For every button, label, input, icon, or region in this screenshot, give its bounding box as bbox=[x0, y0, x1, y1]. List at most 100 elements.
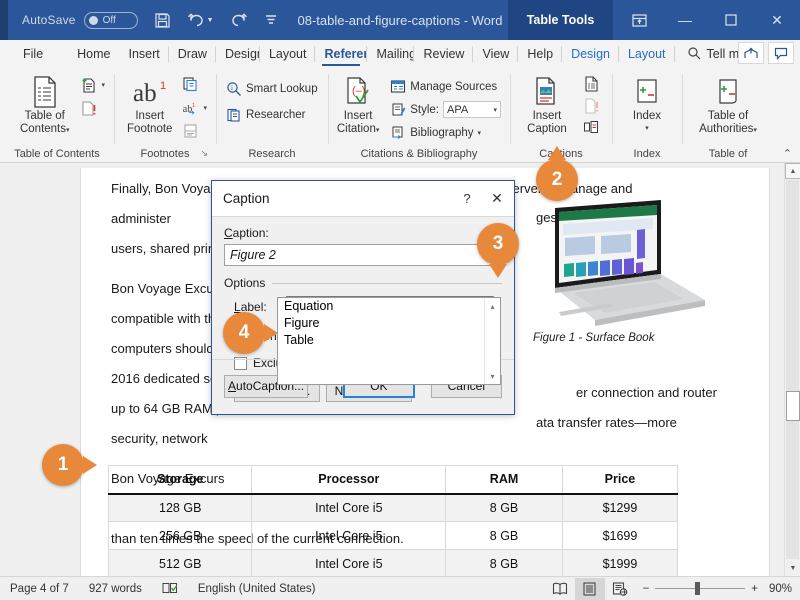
researcher-button[interactable]: Researcher bbox=[222, 104, 308, 125]
add-text-caret[interactable]: ▾ bbox=[101, 81, 105, 89]
next-footnote-icon: ab 1 bbox=[182, 100, 199, 116]
redo-icon[interactable] bbox=[230, 12, 248, 29]
maximize-button[interactable] bbox=[708, 0, 754, 40]
tab-insert[interactable]: Insert bbox=[120, 40, 169, 68]
collapse-ribbon-icon[interactable]: ⌃ bbox=[783, 147, 792, 160]
table-row[interactable]: 256 GB Intel Core i5 8 GB $1699 bbox=[107, 521, 679, 550]
insert-table-of-figures-button[interactable] bbox=[580, 74, 602, 95]
index-caret[interactable]: ▾ bbox=[645, 123, 649, 136]
language-indicator[interactable]: English (United States) bbox=[188, 577, 326, 600]
dropdown-scroll-up-icon[interactable]: ▴ bbox=[485, 298, 500, 314]
zoom-slider-thumb[interactable] bbox=[695, 582, 701, 595]
save-icon[interactable] bbox=[154, 12, 171, 29]
close-icon[interactable]: ✕ bbox=[480, 190, 514, 207]
tab-file[interactable]: File bbox=[14, 40, 52, 68]
tab-table-tools-design[interactable]: Design bbox=[562, 40, 619, 68]
table-cell: 256 GB bbox=[107, 521, 253, 550]
print-layout-icon[interactable] bbox=[574, 577, 605, 600]
tab-home[interactable]: Home bbox=[68, 40, 119, 68]
callout-badge-2: 2 bbox=[536, 146, 578, 201]
tab-table-tools-layout[interactable]: Layout bbox=[619, 40, 675, 68]
scroll-up-icon[interactable]: ▲ bbox=[785, 163, 800, 179]
tab-review[interactable]: Review bbox=[414, 40, 474, 68]
tab-references[interactable]: References bbox=[315, 40, 368, 68]
table-cell: $1699 bbox=[561, 521, 679, 550]
share-icon[interactable] bbox=[738, 42, 764, 64]
table-of-authorities-caret[interactable]: ▾ bbox=[753, 127, 757, 134]
surface-book-laptop-image[interactable] bbox=[533, 196, 723, 331]
insert-citation-icon: (–) bbox=[343, 74, 373, 110]
next-footnote-button[interactable]: ab 1 ▾ bbox=[179, 97, 210, 118]
specs-table[interactable]: Storage Processor RAM Price 128 GB Intel… bbox=[107, 465, 679, 576]
bibliography-caret[interactable]: ▾ bbox=[478, 129, 482, 137]
callout-1-number: 1 bbox=[57, 454, 69, 475]
insert-citation-button[interactable]: (–) Insert Citation▾ bbox=[334, 72, 382, 137]
citation-style-select[interactable]: APA ▾ bbox=[443, 101, 501, 118]
scrollbar-track[interactable] bbox=[786, 180, 799, 559]
table-cell: 512 GB bbox=[107, 549, 253, 576]
table-of-contents-caret[interactable]: ▾ bbox=[66, 127, 70, 134]
callout-2-tail bbox=[548, 146, 566, 160]
zoom-slider[interactable] bbox=[655, 582, 746, 595]
zoom-level-label[interactable]: 90% bbox=[766, 583, 800, 595]
autosave-toggle[interactable]: Off bbox=[83, 11, 138, 29]
dropdown-option-table[interactable]: Table bbox=[278, 332, 500, 349]
next-footnote-caret[interactable]: ▾ bbox=[203, 104, 207, 112]
tab-help[interactable]: Help bbox=[518, 40, 562, 68]
close-button[interactable]: ✕ bbox=[754, 0, 800, 40]
insert-caption-button[interactable]: Insert Caption bbox=[518, 72, 576, 135]
zoom-control[interactable]: − + bbox=[635, 582, 766, 595]
insert-footnote-button[interactable]: ab 1 Insert Footnote bbox=[124, 72, 175, 135]
insert-caption-label-2: Caption bbox=[527, 122, 567, 135]
undo-dropdown-caret[interactable]: ▼ bbox=[207, 17, 214, 24]
label-dropdown-list[interactable]: Equation Figure Table ▴ ▾ bbox=[277, 297, 501, 385]
table-row[interactable]: 128 GB Intel Core i5 8 GB $1299 bbox=[107, 493, 679, 522]
add-text-button[interactable]: ▾ bbox=[77, 74, 108, 95]
caption-input[interactable]: Figure 2 bbox=[224, 244, 503, 266]
mark-entry-button[interactable]: Index ▾ bbox=[618, 72, 676, 135]
dropdown-scroll-down-icon[interactable]: ▾ bbox=[485, 368, 500, 384]
insert-citation-caret[interactable]: ▾ bbox=[376, 127, 380, 134]
table-cell: $1299 bbox=[561, 493, 679, 522]
tab-draw[interactable]: Draw bbox=[169, 40, 216, 68]
word-count[interactable]: 927 words bbox=[79, 577, 152, 600]
update-table-button[interactable] bbox=[77, 97, 108, 118]
footnotes-dialog-launcher[interactable]: ↘ bbox=[200, 145, 208, 161]
zoom-in-button[interactable]: + bbox=[751, 583, 758, 595]
page-indicator[interactable]: Page 4 of 7 bbox=[0, 577, 79, 600]
zoom-out-button[interactable]: − bbox=[643, 583, 650, 595]
dropdown-scrollbar[interactable]: ▴ ▾ bbox=[484, 298, 500, 384]
smart-lookup-icon: i bbox=[225, 81, 242, 97]
web-layout-icon[interactable] bbox=[605, 578, 635, 600]
cross-reference-button[interactable] bbox=[580, 118, 602, 139]
bibliography-button[interactable]: Bibliography ▾ bbox=[386, 122, 504, 143]
tab-view[interactable]: View bbox=[473, 40, 519, 68]
update-table-figures-button[interactable] bbox=[580, 96, 602, 117]
ribbon-display-options-icon[interactable] bbox=[616, 0, 662, 40]
tab-mailings[interactable]: Mailings bbox=[367, 40, 415, 68]
undo-icon[interactable] bbox=[187, 12, 205, 29]
minimize-button[interactable]: — bbox=[662, 0, 708, 40]
tab-design[interactable]: Design bbox=[216, 40, 260, 68]
show-notes-button[interactable] bbox=[179, 120, 210, 141]
comment-icon[interactable] bbox=[768, 42, 794, 64]
manage-sources-label: Manage Sources bbox=[410, 80, 498, 93]
dropdown-option-figure[interactable]: Figure bbox=[278, 315, 500, 332]
help-icon[interactable]: ? bbox=[454, 191, 480, 206]
mark-citation-button[interactable]: Table of Authorities▾ bbox=[688, 72, 768, 137]
dropdown-option-equation[interactable]: Equation bbox=[278, 298, 500, 315]
tab-layout[interactable]: Layout bbox=[260, 40, 316, 68]
table-of-contents-button[interactable]: Table of Contents▾ bbox=[16, 72, 73, 137]
manage-sources-button[interactable]: Manage Sources bbox=[386, 76, 504, 97]
smart-lookup-button[interactable]: i Smart Lookup bbox=[222, 78, 321, 99]
vertical-scrollbar[interactable]: ▲ ▼ bbox=[784, 163, 800, 576]
proofing-errors-button[interactable] bbox=[152, 577, 188, 600]
scrollbar-thumb[interactable] bbox=[786, 391, 800, 421]
insert-endnote-button[interactable] bbox=[179, 74, 210, 95]
customize-quick-access-icon[interactable] bbox=[264, 13, 278, 27]
paragraph-2-line-4: 2016 dedicated se bbox=[111, 371, 218, 386]
read-mode-icon[interactable] bbox=[545, 578, 575, 600]
scroll-down-icon[interactable]: ▼ bbox=[785, 560, 800, 576]
style-row[interactable]: Style: APA ▾ bbox=[386, 99, 504, 120]
table-row[interactable]: 512 GB Intel Core i5 8 GB $1999 bbox=[107, 549, 679, 576]
